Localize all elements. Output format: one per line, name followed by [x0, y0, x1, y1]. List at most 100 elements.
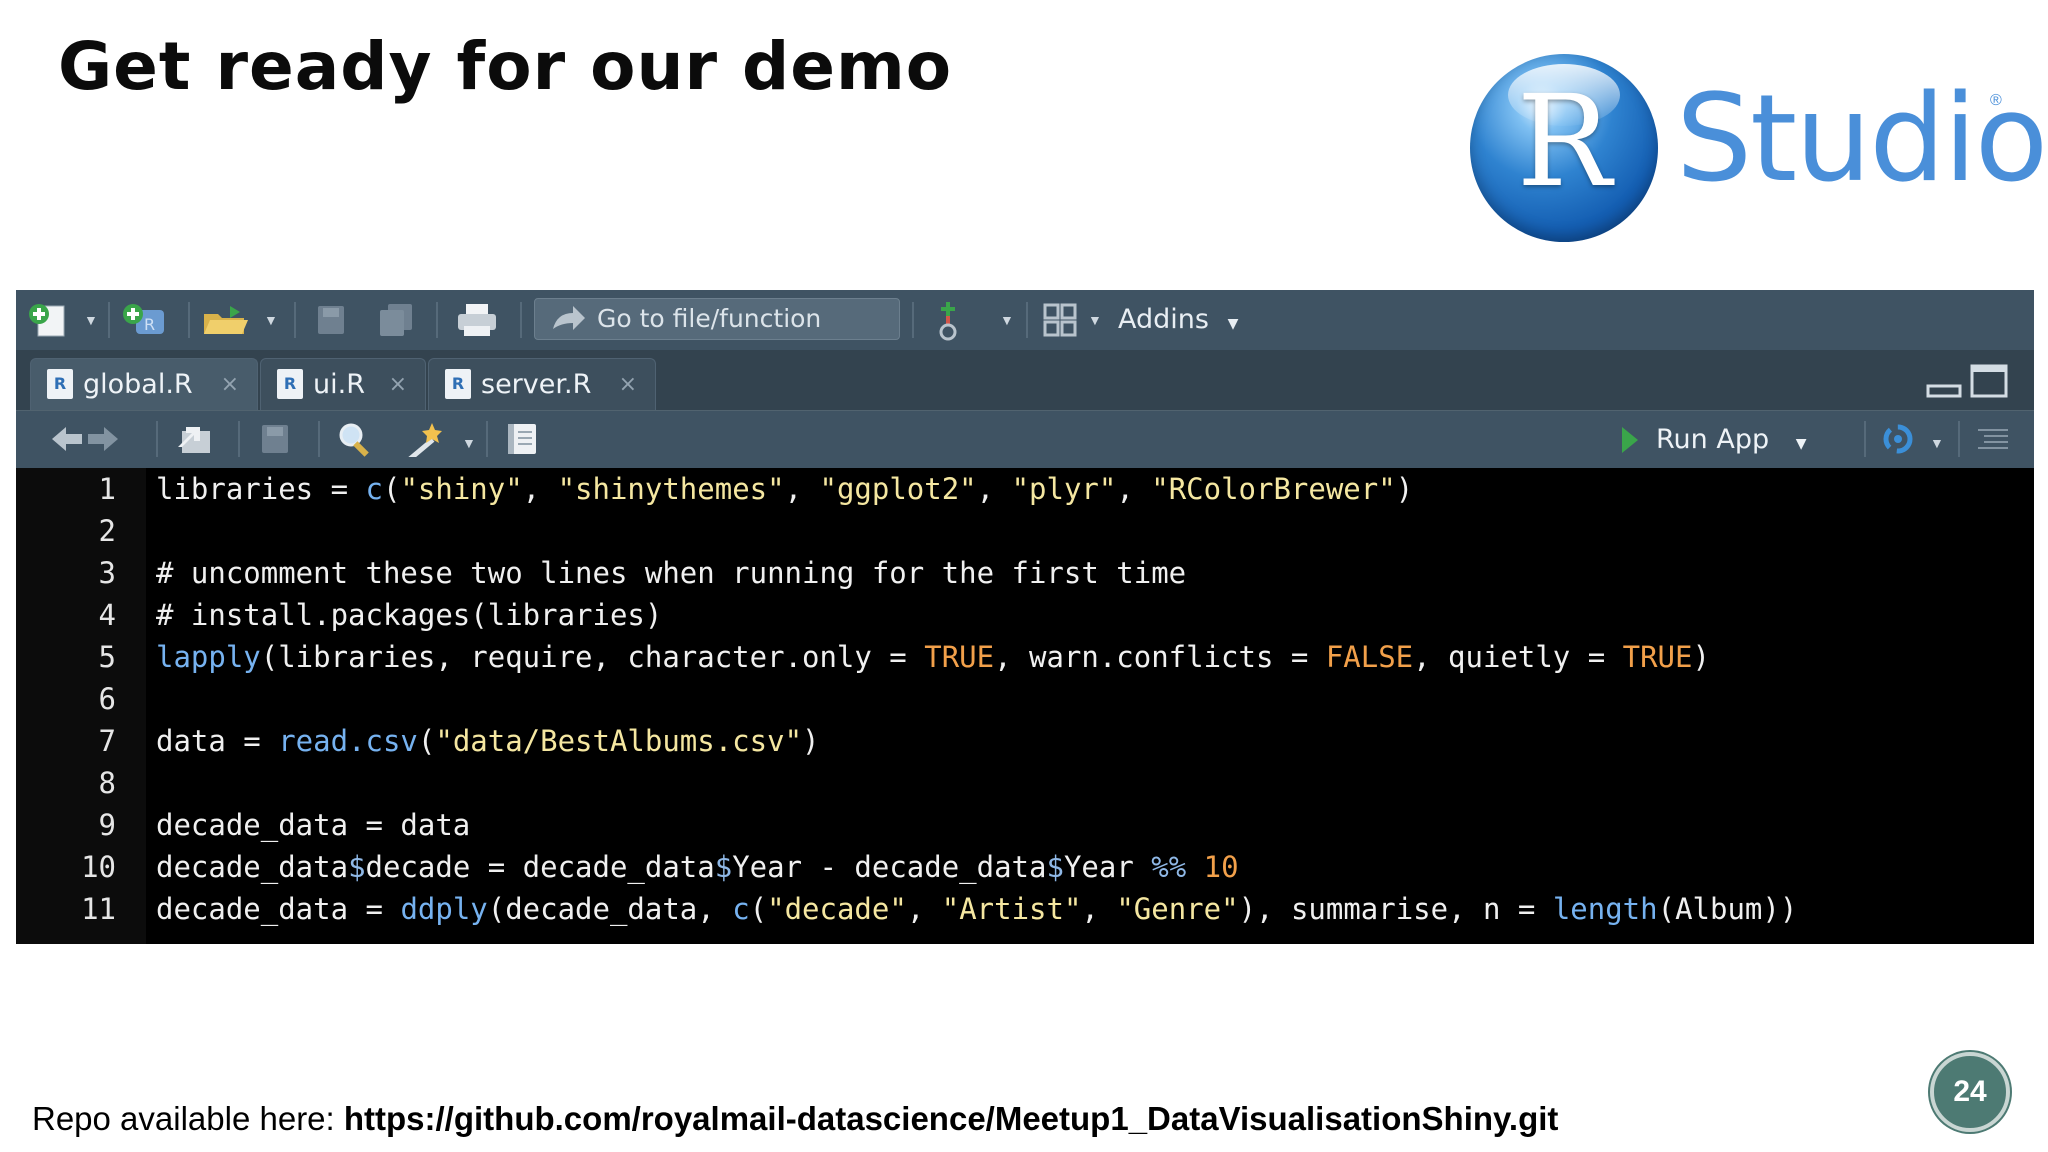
- line-number: 8: [98, 766, 116, 800]
- toolbar-separator: [436, 302, 438, 338]
- code-line-4: # install.packages(libraries): [156, 598, 663, 632]
- line-number: 3: [98, 556, 116, 590]
- find-replace-button[interactable]: [336, 421, 376, 457]
- version-control-button[interactable]: [930, 302, 966, 341]
- goto-placeholder: Go to file/function: [597, 304, 822, 333]
- show-in-window-button[interactable]: [174, 421, 214, 457]
- document-outline-button[interactable]: [1976, 421, 2010, 457]
- logo-letter: R: [1516, 68, 1612, 215]
- publish-icon: [1883, 424, 1913, 454]
- tab-label: global.R: [83, 369, 193, 400]
- tab-label: server.R: [481, 369, 592, 400]
- editor-toolbar: ▼ Run App ▼ ▼: [16, 410, 2034, 470]
- tab-label: ui.R: [313, 369, 365, 400]
- toolbar-separator: [1026, 302, 1028, 338]
- new-file-icon: [29, 304, 65, 337]
- code-line-1: libraries = c("shiny", "shinythemes", "g…: [156, 472, 1414, 506]
- save-button[interactable]: [312, 302, 348, 338]
- outline-lines-icon: [1978, 429, 2008, 449]
- code-tools-button[interactable]: [402, 421, 452, 461]
- r-file-icon: R: [277, 369, 303, 399]
- nav-back-forward[interactable]: [50, 421, 120, 457]
- minimize-pane-icon[interactable]: [1926, 384, 1962, 398]
- save-all-button[interactable]: [374, 302, 418, 338]
- new-project-icon: R: [123, 304, 164, 334]
- tab-close-icon[interactable]: ×: [389, 359, 407, 411]
- line-number: 5: [98, 640, 116, 674]
- code-line-3: # uncomment these two lines when running…: [156, 556, 1187, 590]
- toolbar-separator: [912, 302, 914, 338]
- run-app-button[interactable]: Run App ▼: [1622, 421, 1807, 463]
- tab-server-r[interactable]: R server.R ×: [428, 358, 656, 411]
- toolbar-separator: [294, 302, 296, 338]
- code-line-11: decade_data = ddply(decade_data, c("deca…: [156, 892, 1798, 926]
- print-icon: [458, 304, 496, 336]
- logo-registered-mark: ®: [1990, 92, 2002, 109]
- line-number: 1: [98, 472, 116, 506]
- panes-dropdown-icon[interactable]: ▼: [1088, 312, 1102, 328]
- toolbar-separator: [156, 421, 158, 457]
- git-icon: [939, 302, 957, 341]
- toolbar-separator: [1864, 421, 1866, 457]
- goto-file-function-input[interactable]: Go to file/function: [534, 298, 900, 340]
- new-file-dropdown-icon[interactable]: ▼: [84, 312, 98, 328]
- line-number: 4: [98, 598, 116, 632]
- tab-close-icon[interactable]: ×: [221, 359, 239, 411]
- new-project-button[interactable]: R: [120, 302, 170, 338]
- editor-tabs: R global.R × R ui.R × R server.R ×: [16, 350, 2034, 411]
- toolbar-separator: [238, 421, 240, 457]
- save-icon: [262, 425, 288, 453]
- publish-button[interactable]: [1876, 421, 1920, 457]
- repo-link[interactable]: https://github.com/royalmail-datascience…: [344, 1100, 1559, 1137]
- toolbar-separator: [318, 421, 320, 457]
- run-triangle-icon: [1622, 427, 1638, 453]
- rstudio-logo: R Studio ®: [1470, 50, 2048, 250]
- compile-report-button[interactable]: [504, 421, 540, 457]
- toolbar-separator: [1958, 421, 1960, 457]
- save-all-icon: [380, 304, 412, 336]
- print-button[interactable]: [454, 302, 504, 338]
- code-line-7: data = read.csv("data/BestAlbums.csv"): [156, 724, 820, 758]
- logo-word: Studio: [1676, 70, 2048, 209]
- magic-wand-icon: [408, 423, 442, 461]
- repo-prefix: Repo available here:: [32, 1100, 344, 1137]
- grid-panes-icon: [1043, 303, 1077, 337]
- toolbar-separator: [520, 302, 522, 338]
- open-file-button[interactable]: [200, 302, 252, 338]
- line-number: 10: [81, 850, 116, 884]
- tab-global-r[interactable]: R global.R ×: [30, 358, 258, 411]
- pane-window-controls: [1926, 364, 2010, 400]
- version-control-dropdown-icon[interactable]: ▼: [1000, 312, 1014, 328]
- back-forward-arrows-icon: [52, 427, 118, 451]
- code-tools-dropdown-icon[interactable]: ▼: [462, 435, 476, 451]
- show-in-window-icon: [178, 427, 210, 453]
- save-icon: [318, 306, 344, 334]
- r-file-icon: R: [47, 369, 73, 399]
- open-folder-icon: [204, 306, 248, 334]
- toolbar-separator: [188, 302, 190, 338]
- run-app-label: Run App: [1656, 424, 1770, 455]
- publish-dropdown-icon[interactable]: ▼: [1930, 435, 1944, 451]
- line-number: 11: [81, 892, 116, 926]
- code-line-10: decade_data$decade = decade_data$Year - …: [156, 850, 1239, 884]
- tab-ui-r[interactable]: R ui.R ×: [260, 358, 426, 411]
- notebook-icon: [508, 424, 536, 454]
- open-file-dropdown-icon[interactable]: ▼: [264, 312, 278, 328]
- line-number: 6: [98, 682, 116, 716]
- slide-title: Get ready for our demo: [58, 28, 953, 105]
- line-number: 7: [98, 724, 116, 758]
- addins-label: Addins: [1118, 304, 1209, 335]
- tab-close-icon[interactable]: ×: [619, 359, 637, 411]
- code-editor[interactable]: 1 2 3 4 5 6 7 8 9 10 11 libraries = c("s…: [16, 468, 2034, 944]
- addins-menu[interactable]: Addins ▼: [1118, 300, 1238, 344]
- run-app-dropdown-icon: ▼: [1795, 436, 1807, 452]
- main-toolbar: ▼ R ▼ Go to file/function ▼ ▼ Addins ▼: [16, 290, 2034, 351]
- rstudio-window: ▼ R ▼ Go to file/function ▼ ▼ Addins ▼ R…: [16, 290, 2034, 944]
- repo-caption: Repo available here: https://github.com/…: [32, 1100, 1558, 1138]
- line-number: 2: [98, 514, 116, 548]
- editor-save-button[interactable]: [256, 421, 292, 457]
- magnifier-icon: [339, 423, 369, 457]
- toolbar-separator: [486, 421, 488, 457]
- new-file-button[interactable]: [26, 302, 76, 338]
- workspace-panes-button[interactable]: [1042, 302, 1078, 338]
